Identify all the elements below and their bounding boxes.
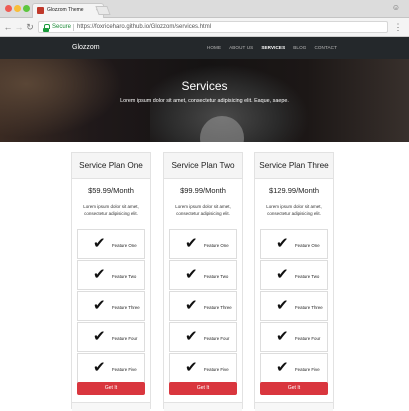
- feature-label: Feature Five: [204, 367, 229, 372]
- check-icon: ✔: [185, 265, 198, 283]
- plan-description: Lorem ipsum dolor sit amet, consectetur …: [175, 204, 231, 216]
- card-footer: [164, 402, 242, 411]
- feature-label: Feature Two: [295, 274, 320, 279]
- feature-label: Feature Four: [112, 336, 138, 341]
- plan-price: $99.99/Month: [180, 186, 226, 195]
- feature-label: Feature Two: [112, 274, 137, 279]
- feature-item: ✔ Feature Five: [169, 353, 237, 383]
- check-icon: ✔: [185, 296, 198, 314]
- card-footer: [255, 402, 333, 411]
- check-icon: ✔: [93, 234, 106, 252]
- check-icon: ✔: [185, 358, 198, 376]
- feature-list: ✔ Feature One ✔ Feature Two ✔ Feature Three…: [260, 229, 328, 384]
- nav-link-services[interactable]: SERVICES: [261, 37, 285, 59]
- back-arrow-icon[interactable]: ←: [3, 21, 13, 33]
- check-icon: ✔: [276, 265, 289, 283]
- maximize-window-button[interactable]: [23, 5, 30, 12]
- feature-label: Feature One: [295, 243, 320, 248]
- minimize-window-button[interactable]: [14, 5, 21, 12]
- site-navbar: Glozzom HOME ABOUT US SERVICES BLOG CONT…: [0, 37, 409, 59]
- url-text: https://foxriceharo.github.io/Glozzom/se…: [77, 24, 212, 30]
- feature-label: Feature Four: [295, 336, 321, 341]
- hero-banner: Services Lorem ipsum dolor sit amet, con…: [0, 59, 409, 142]
- check-icon: ✔: [93, 358, 106, 376]
- favicon-icon: [37, 7, 44, 14]
- lock-icon: [43, 24, 50, 32]
- feature-label: Feature Five: [112, 367, 137, 372]
- get-it-button[interactable]: Get It: [77, 382, 145, 395]
- feature-list: ✔ Feature One ✔ Feature Two ✔ Feature Three…: [77, 229, 145, 384]
- pricing-card-one: Service Plan One $59.99/Month Lorem ipsu…: [71, 152, 151, 411]
- feature-item: ✔ Feature Two: [77, 260, 145, 290]
- url-input[interactable]: Secure https://foxriceharo.github.io/Glo…: [38, 21, 388, 33]
- plan-name: Service Plan One: [72, 153, 150, 179]
- feature-label: Feature Four: [204, 336, 230, 341]
- plan-description: Lorem ipsum dolor sit amet, consectetur …: [266, 204, 322, 216]
- pricing-card-three: Service Plan Three $129.99/Month Lorem i…: [254, 152, 334, 411]
- plan-price: $129.99/Month: [268, 186, 320, 195]
- feature-item: ✔ Feature Five: [77, 353, 145, 383]
- feature-label: Feature Two: [204, 274, 229, 279]
- nav-link-about[interactable]: ABOUT US: [229, 37, 253, 59]
- browser-tab-bar: Glozzom Theme × ☺: [0, 0, 409, 18]
- feature-item: ✔ Feature Four: [169, 322, 237, 352]
- check-icon: ✔: [276, 296, 289, 314]
- check-icon: ✔: [185, 234, 198, 252]
- feature-item: ✔ Feature Two: [260, 260, 328, 290]
- feature-item: ✔ Feature Two: [169, 260, 237, 290]
- plan-name: Service Plan Two: [164, 153, 242, 179]
- secure-label: Secure: [52, 24, 72, 30]
- check-icon: ✔: [93, 265, 106, 283]
- forward-arrow-icon[interactable]: →: [14, 21, 24, 33]
- feature-item: ✔ Feature Three: [169, 291, 237, 321]
- check-icon: ✔: [185, 327, 198, 345]
- plan-description: Lorem ipsum dolor sit amet, consectetur …: [83, 204, 139, 216]
- feature-label: Feature One: [112, 243, 137, 248]
- feature-item: ✔ Feature One: [260, 229, 328, 259]
- pricing-card-two: Service Plan Two $99.99/Month Lorem ipsu…: [163, 152, 243, 411]
- feature-item: ✔ Feature Four: [260, 322, 328, 352]
- close-window-button[interactable]: [5, 5, 12, 12]
- nav-link-contact[interactable]: CONTACT: [314, 37, 337, 59]
- hero-title: Services: [181, 79, 228, 93]
- reload-icon[interactable]: ↻: [25, 21, 35, 33]
- tab-title: Glozzom Theme: [47, 7, 84, 13]
- nav-link-home[interactable]: HOME: [207, 37, 221, 59]
- new-tab-button[interactable]: [95, 6, 111, 15]
- brand-logo[interactable]: Glozzom: [72, 37, 100, 59]
- feature-label: Feature Five: [295, 367, 320, 372]
- check-icon: ✔: [276, 234, 289, 252]
- check-icon: ✔: [276, 327, 289, 345]
- card-footer: [72, 402, 150, 411]
- feature-item: ✔ Feature Three: [77, 291, 145, 321]
- nav-links: HOME ABOUT US SERVICES BLOG CONTACT: [207, 37, 337, 59]
- check-icon: ✔: [93, 296, 106, 314]
- check-icon: ✔: [93, 327, 106, 345]
- feature-label: Feature Three: [295, 305, 323, 310]
- feature-label: Feature Three: [112, 305, 140, 310]
- feature-list: ✔ Feature One ✔ Feature Two ✔ Feature Three…: [169, 229, 237, 384]
- feature-item: ✔ Feature One: [77, 229, 145, 259]
- feature-label: Feature Three: [204, 305, 232, 310]
- hero-subtitle: Lorem ipsum dolor sit amet, consectetur …: [120, 98, 289, 104]
- nav-link-blog[interactable]: BLOG: [293, 37, 306, 59]
- omnibox-divider: [73, 24, 74, 31]
- feature-item: ✔ Feature One: [169, 229, 237, 259]
- feature-item: ✔ Feature Five: [260, 353, 328, 383]
- user-profile-icon[interactable]: ☺: [391, 3, 401, 13]
- browser-menu-icon[interactable]: ⋮: [393, 21, 403, 33]
- check-icon: ✔: [276, 358, 289, 376]
- get-it-button[interactable]: Get It: [169, 382, 237, 395]
- feature-item: ✔ Feature Four: [77, 322, 145, 352]
- browser-address-bar: ← → ↻ Secure https://foxriceharo.github.…: [0, 18, 409, 37]
- plan-name: Service Plan Three: [255, 153, 333, 179]
- feature-label: Feature One: [204, 243, 229, 248]
- browser-tab[interactable]: Glozzom Theme ×: [32, 3, 104, 18]
- plan-price: $59.99/Month: [88, 186, 134, 195]
- feature-item: ✔ Feature Three: [260, 291, 328, 321]
- get-it-button[interactable]: Get It: [260, 382, 328, 395]
